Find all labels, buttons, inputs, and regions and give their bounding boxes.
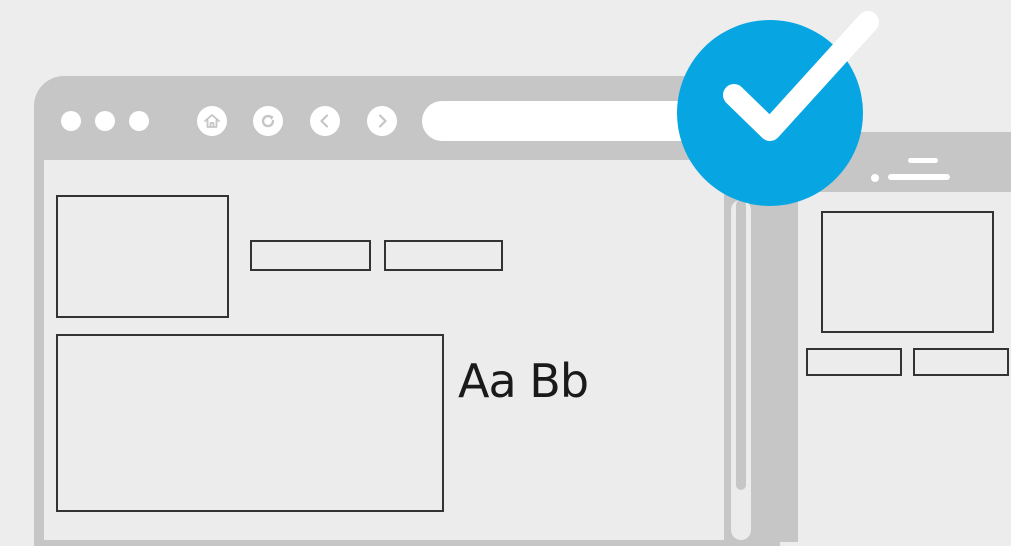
forward-icon bbox=[378, 114, 387, 128]
scrollbar-thumb[interactable] bbox=[736, 200, 746, 490]
button-placeholder bbox=[250, 240, 371, 271]
home-button[interactable] bbox=[197, 106, 227, 136]
window-control-dot[interactable] bbox=[95, 111, 115, 131]
back-button[interactable] bbox=[310, 106, 340, 136]
checkmark-icon bbox=[723, 11, 879, 141]
image-placeholder bbox=[56, 195, 229, 318]
refresh-icon bbox=[261, 114, 275, 128]
mobile-button-placeholder bbox=[913, 348, 1009, 376]
forward-button[interactable] bbox=[367, 106, 397, 136]
refresh-button[interactable] bbox=[253, 106, 283, 136]
window-control-dot[interactable] bbox=[129, 111, 149, 131]
home-icon bbox=[204, 114, 220, 128]
mobile-button-placeholder bbox=[806, 348, 902, 376]
content-block-placeholder bbox=[56, 334, 444, 512]
button-placeholder bbox=[384, 240, 503, 271]
typography-sample: Aa Bb bbox=[458, 354, 589, 408]
scrollbar-track[interactable] bbox=[731, 200, 751, 540]
back-icon bbox=[320, 114, 329, 128]
mobile-image-placeholder bbox=[821, 211, 994, 333]
window-control-dot[interactable] bbox=[61, 111, 81, 131]
